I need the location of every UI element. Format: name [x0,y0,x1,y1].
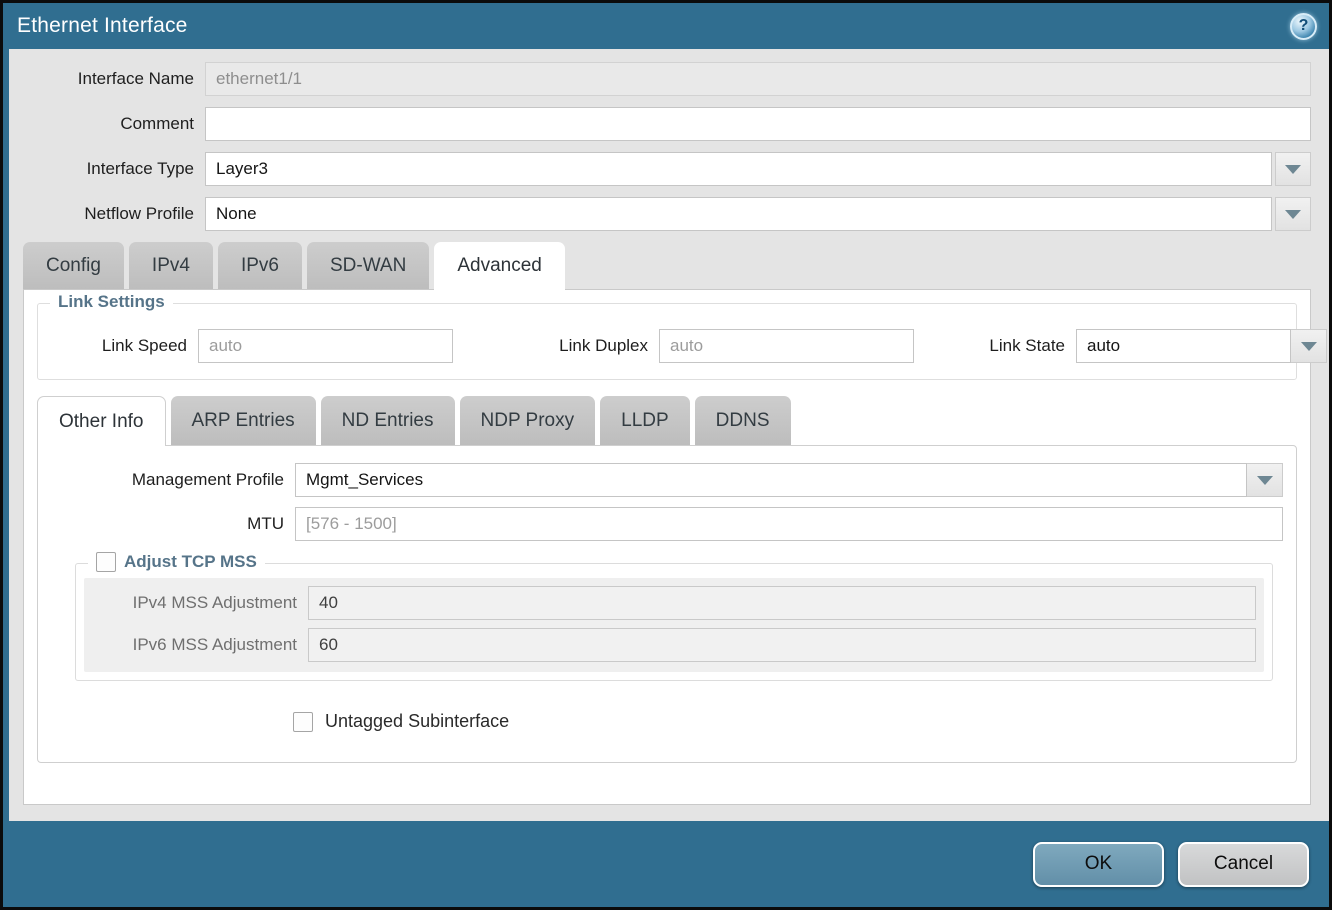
ipv6-mss-field [308,628,1256,662]
sub-tab-strip: Other Info ARP Entries ND Entries NDP Pr… [37,396,1297,445]
interface-name-field [205,62,1311,96]
tab-advanced[interactable]: Advanced [434,242,565,290]
link-speed-field[interactable] [198,329,453,363]
cancel-button[interactable]: Cancel [1178,842,1309,887]
link-speed-label: Link Speed [38,336,198,356]
interface-name-row: Interface Name [9,62,1311,96]
link-state-label: Link State [976,336,1076,356]
management-profile-field[interactable] [295,463,1247,497]
chevron-down-icon [1285,210,1301,219]
tab-ipv4[interactable]: IPv4 [129,242,213,289]
main-tab-strip: Config IPv4 IPv6 SD-WAN Advanced [23,242,1311,289]
interface-name-label: Interface Name [9,69,205,89]
untagged-subinterface-checkbox[interactable] [293,712,313,732]
comment-label: Comment [9,114,205,134]
ipv4-mss-label: IPv4 MSS Adjustment [84,593,308,613]
dialog-titlebar: Ethernet Interface ? [3,3,1329,49]
dialog-body: Interface Name Comment Interface Type Ne… [3,49,1329,821]
tab-ipv6[interactable]: IPv6 [218,242,302,289]
link-settings-row: Link Speed Link Duplex Link State [38,304,1296,379]
management-profile-dropdown-button[interactable] [1247,463,1283,497]
chevron-down-icon [1285,165,1301,174]
interface-type-dropdown-button[interactable] [1275,152,1311,186]
untagged-subinterface-label: Untagged Subinterface [325,711,509,732]
netflow-profile-dropdown-button[interactable] [1275,197,1311,231]
link-settings-fieldset: Link Settings Link Speed Link Duplex Lin… [37,303,1297,380]
help-icon[interactable]: ? [1290,13,1317,40]
chevron-down-icon [1257,476,1273,485]
management-profile-row: Management Profile [51,463,1283,497]
link-state-field[interactable] [1076,329,1291,363]
link-duplex-label: Link Duplex [501,336,659,356]
subtab-arp-entries[interactable]: ARP Entries [171,396,316,445]
ipv4-mss-field [308,586,1256,620]
ipv6-mss-row: IPv6 MSS Adjustment [84,628,1264,662]
untagged-subinterface-row: Untagged Subinterface [293,711,1283,732]
comment-row: Comment [9,107,1311,141]
subtab-lldp[interactable]: LLDP [600,396,690,445]
tab-sdwan[interactable]: SD-WAN [307,242,429,289]
ipv4-mss-row: IPv4 MSS Adjustment [84,586,1264,620]
comment-field[interactable] [205,107,1311,141]
link-duplex-field[interactable] [659,329,914,363]
ipv6-mss-label: IPv6 MSS Adjustment [84,635,308,655]
link-settings-legend: Link Settings [50,292,173,312]
subtab-ndp-proxy[interactable]: NDP Proxy [460,396,596,445]
netflow-profile-field[interactable] [205,197,1272,231]
netflow-profile-row: Netflow Profile [9,197,1311,231]
netflow-profile-label: Netflow Profile [9,204,205,224]
ok-button[interactable]: OK [1033,842,1164,887]
mtu-field[interactable] [295,507,1283,541]
subtab-ddns[interactable]: DDNS [695,396,791,445]
mtu-label: MTU [51,514,295,534]
other-info-panel: Management Profile MTU Adjust TCP MSS [37,445,1297,763]
link-state-dropdown-button[interactable] [1291,329,1327,363]
adjust-tcp-mss-checkbox[interactable] [96,552,116,572]
interface-type-label: Interface Type [9,159,205,179]
subtab-nd-entries[interactable]: ND Entries [321,396,455,445]
mss-disabled-panel: IPv4 MSS Adjustment IPv6 MSS Adjustment [84,578,1264,672]
chevron-down-icon [1301,342,1317,351]
ethernet-interface-dialog: Ethernet Interface ? Interface Name Comm… [0,0,1332,910]
interface-type-row: Interface Type [9,152,1311,186]
subtab-other-info[interactable]: Other Info [37,396,166,446]
mtu-row: MTU [51,507,1283,541]
interface-type-field[interactable] [205,152,1272,186]
dialog-title: Ethernet Interface [17,14,188,38]
management-profile-label: Management Profile [51,470,295,490]
dialog-footer: OK Cancel [3,821,1329,907]
adjust-tcp-mss-legend-text: Adjust TCP MSS [124,552,257,572]
advanced-tab-panel: Link Settings Link Speed Link Duplex Lin… [23,289,1311,805]
adjust-tcp-mss-legend: Adjust TCP MSS [88,552,265,572]
tab-config[interactable]: Config [23,242,124,289]
adjust-tcp-mss-fieldset: Adjust TCP MSS IPv4 MSS Adjustment IPv6 … [75,563,1273,681]
